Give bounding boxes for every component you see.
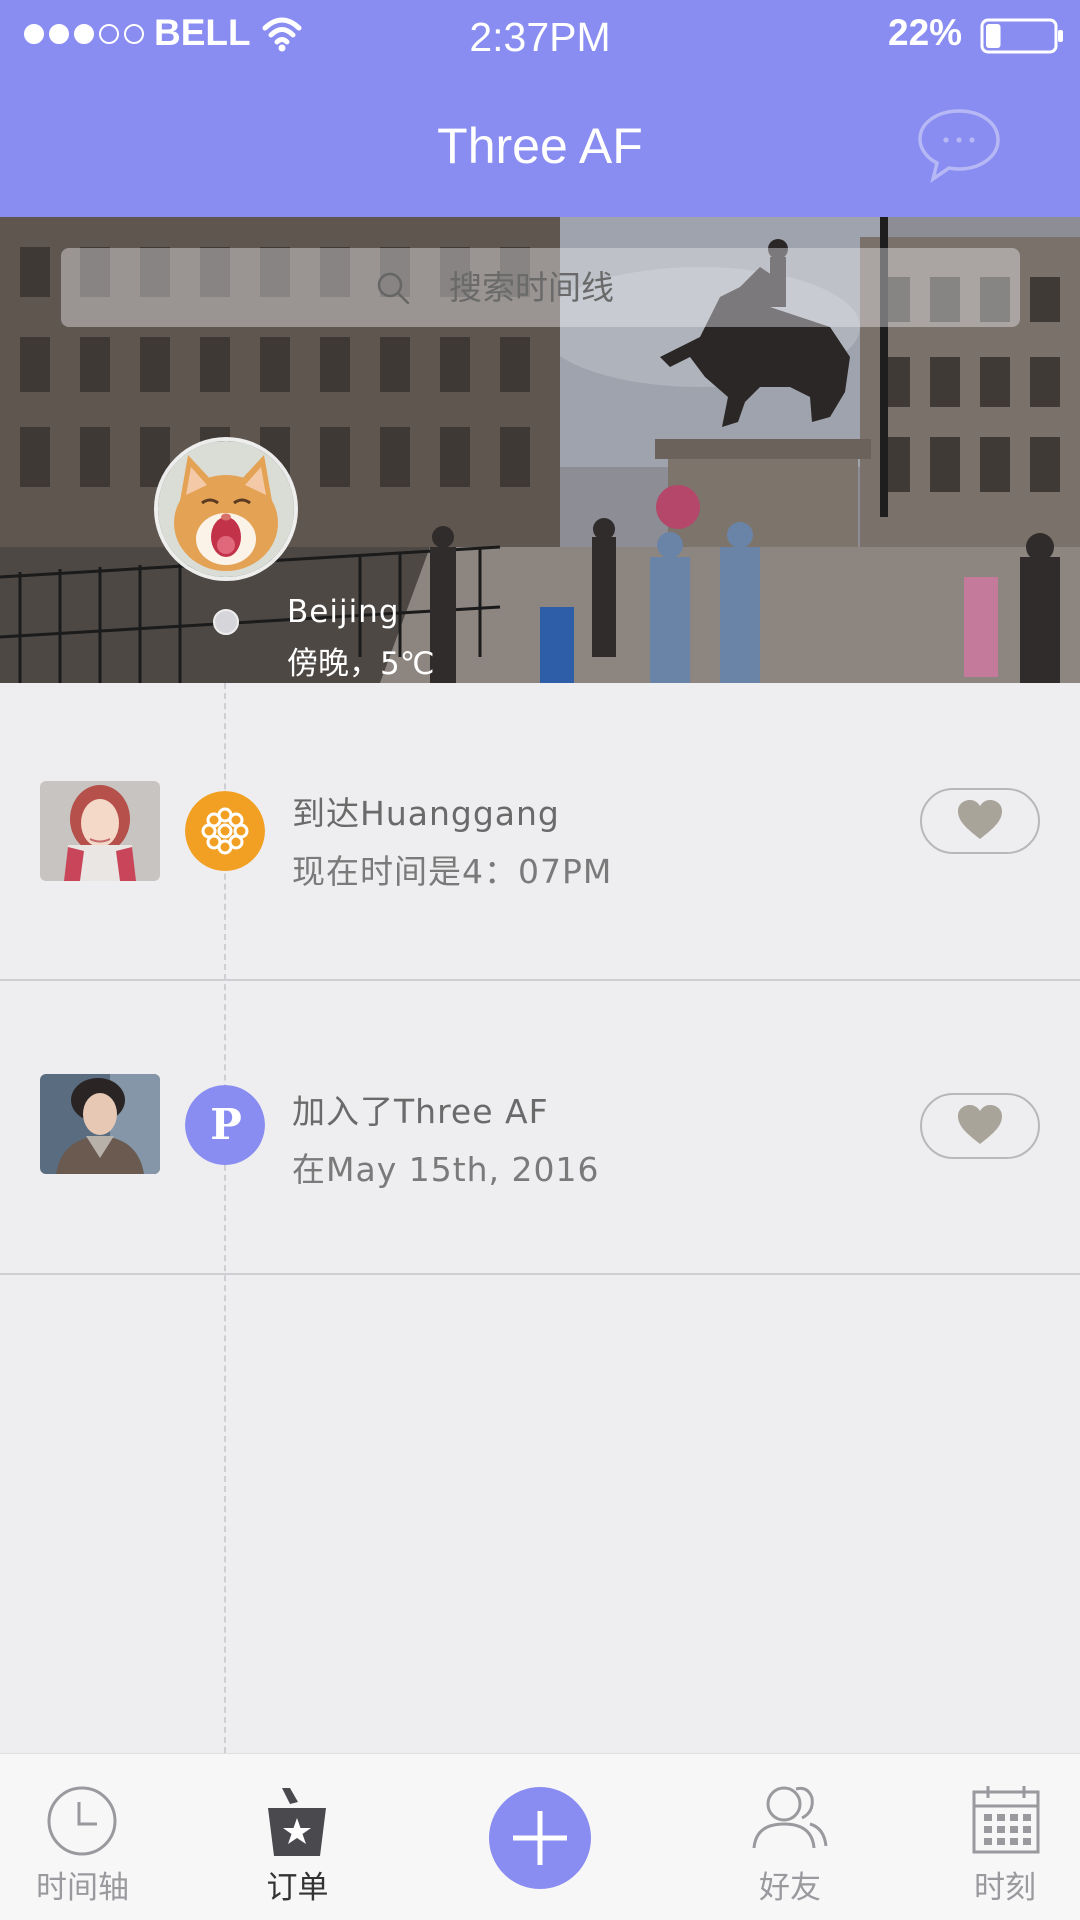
location-city: Beijing	[287, 594, 400, 630]
feed-item-subtitle: 在May 15th, 2016	[292, 1150, 600, 1189]
profile-avatar[interactable]	[154, 437, 298, 581]
feed-item[interactable]: 到达Huanggang 现在时间是4：07PM	[0, 687, 1080, 981]
friends-icon	[752, 1786, 828, 1849]
clock-icon	[47, 1786, 117, 1856]
battery-icon	[980, 18, 1063, 54]
location-info: Beijing 傍晚，5℃	[287, 594, 435, 683]
timeline-start-node	[213, 609, 239, 635]
flower-icon	[185, 791, 265, 871]
tab-label: 时间轴	[36, 1870, 129, 1906]
user-avatar[interactable]	[40, 781, 160, 881]
app-header: BELL 2:37PM 22% Three AF	[0, 0, 1080, 217]
tab-orders[interactable]: 订单	[220, 1754, 375, 1920]
like-button[interactable]	[920, 1093, 1040, 1159]
chat-bubble-icon[interactable]	[915, 107, 1003, 183]
like-button[interactable]	[920, 788, 1040, 854]
tab-moments[interactable]: 时刻	[930, 1754, 1080, 1920]
calendar-icon	[972, 1786, 1040, 1854]
heart-icon	[958, 799, 1002, 839]
tab-timeline[interactable]: 时间轴	[0, 1754, 165, 1920]
tab-label: 订单	[266, 1870, 329, 1906]
cover-photo: Beijing 傍晚，5℃	[0, 217, 1080, 683]
add-button[interactable]	[489, 1787, 591, 1889]
feed-item-title: 到达Huanggang	[292, 794, 560, 833]
tab-bar: 时间轴 订单 好友 时刻	[0, 1753, 1080, 1920]
feed-item-subtitle: 现在时间是4：07PM	[292, 852, 613, 891]
search-bar[interactable]	[61, 248, 1020, 327]
user-avatar[interactable]	[40, 1074, 160, 1174]
girl-avatar-image	[40, 781, 160, 881]
man-avatar-image	[40, 1074, 160, 1174]
tab-label: 时刻	[974, 1870, 1036, 1906]
p-letter-icon: P	[185, 1085, 265, 1165]
search-icon	[377, 272, 410, 305]
tab-label: 好友	[759, 1870, 821, 1906]
location-weather: 傍晚，5℃	[287, 646, 435, 682]
cat-avatar-image	[158, 441, 294, 577]
heart-icon	[958, 1104, 1002, 1144]
order-bag-icon	[268, 1788, 326, 1856]
badge-letter: P	[210, 1100, 242, 1149]
plus-icon	[513, 1811, 567, 1865]
tab-friends[interactable]: 好友	[715, 1754, 865, 1920]
feed-item[interactable]: P 加入了Three AF 在May 15th, 2016	[0, 981, 1080, 1275]
feed-item-title: 加入了Three AF	[292, 1092, 549, 1131]
battery-percent: 22%	[888, 12, 963, 53]
status-bar: BELL 2:37PM 22%	[0, 0, 1080, 80]
search-input[interactable]	[449, 262, 869, 312]
